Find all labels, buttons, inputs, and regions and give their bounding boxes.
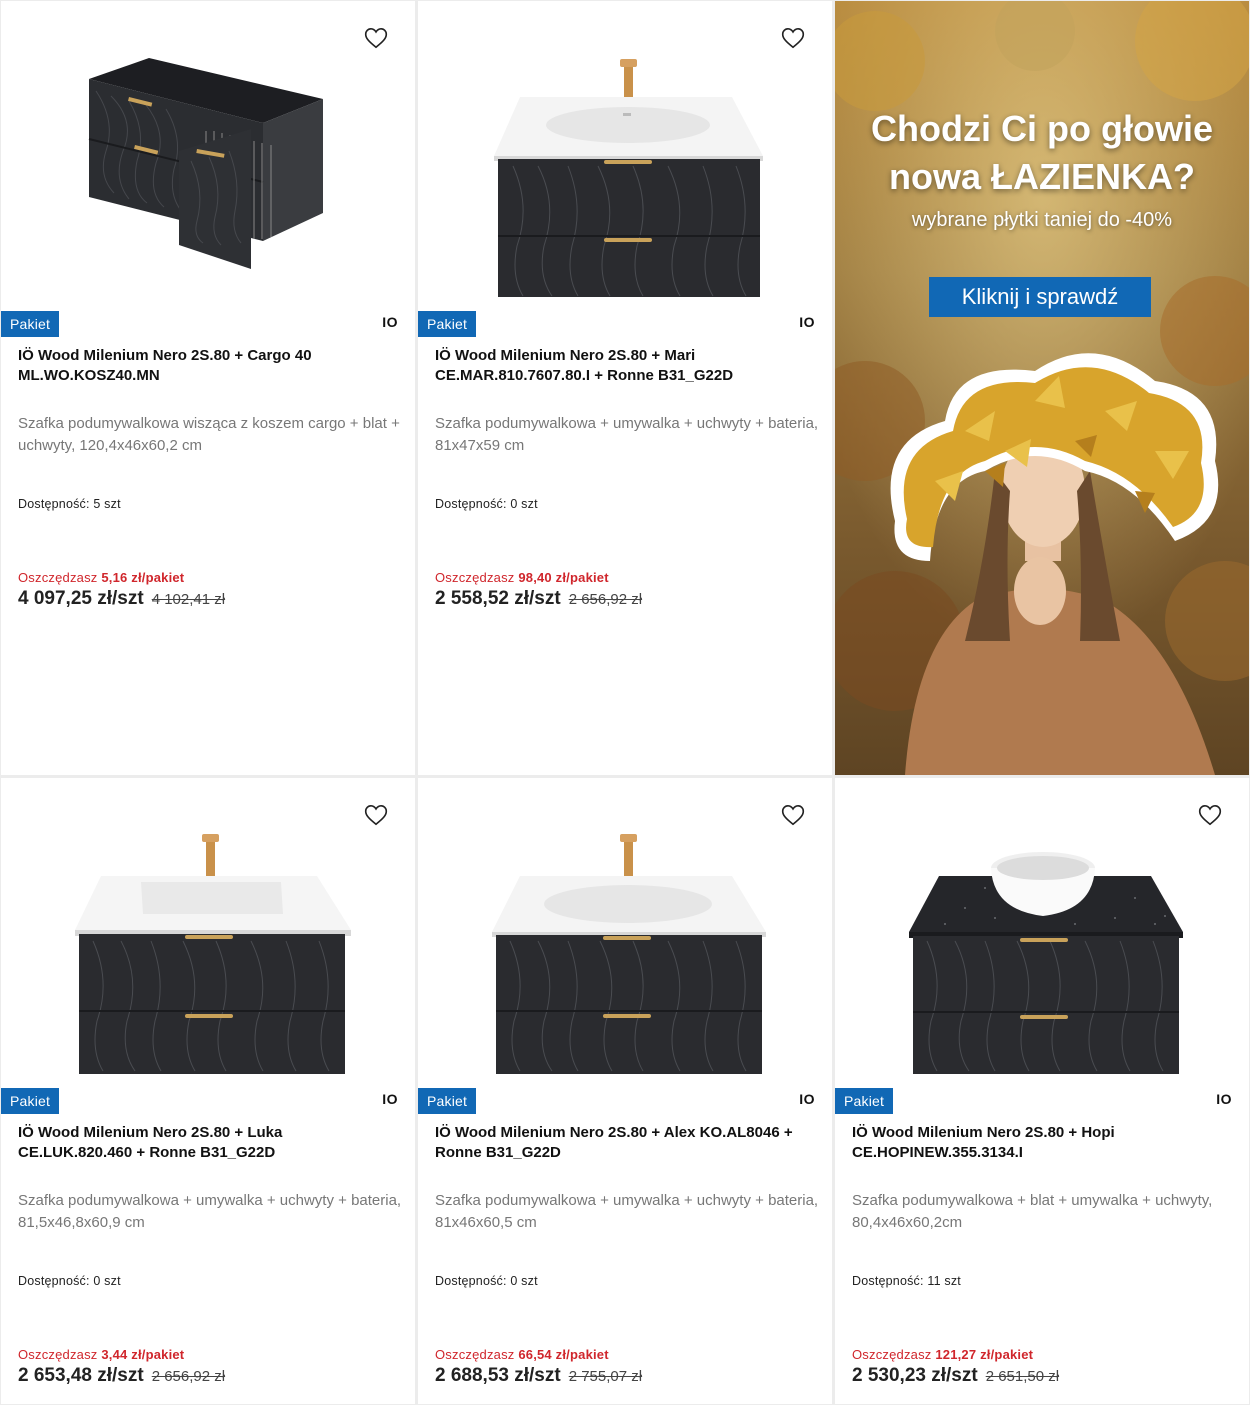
product-title[interactable]: IÖ Wood Milenium Nero 2S.80 + Mari CE.MA… (435, 346, 815, 386)
product-card[interactable]: Pakiet IO IÖ Wood Milenium Nero 2S.80 + … (1, 778, 415, 1404)
product-image[interactable] (418, 1, 832, 306)
current-price: 4 097,25 zł/szt (18, 588, 144, 609)
savings-value: 5,16 zł/pakiet (101, 570, 185, 585)
old-price: 2 755,07 zł (568, 1368, 643, 1385)
savings-text: Oszczędzasz 121,27 zł/pakiet (852, 1347, 1033, 1362)
availability: Dostępność: 0 szt (18, 1274, 121, 1288)
product-description: Szafka podumywalkowa + umywalka + uchwyt… (435, 415, 819, 454)
product-description: Szafka podumywalkowa + blat + umywalka +… (852, 1192, 1213, 1231)
heart-icon[interactable] (1197, 802, 1223, 828)
product-card[interactable]: Pakiet IO IÖ Wood Milenium Nero 2S.80 + … (418, 778, 832, 1404)
current-price: 2 688,53 zł/szt (435, 1365, 561, 1386)
product-image[interactable] (418, 778, 832, 1083)
availability: Dostępność: 5 szt (18, 497, 121, 511)
heart-icon[interactable] (363, 802, 389, 828)
old-price: 2 656,92 zł (151, 1368, 226, 1385)
package-badge: Pakiet (1, 1088, 60, 1114)
product-card[interactable]: Pakiet IO IÖ Wood Milenium Nero 2S.80 + … (1, 1, 415, 775)
product-image[interactable] (1, 778, 415, 1083)
savings-text: Oszczędzasz 3,44 zł/pakiet (18, 1347, 184, 1362)
price-row: 2 653,48 zł/szt 2 656,92 zł (18, 1365, 225, 1387)
availability: Dostępność: 0 szt (435, 497, 538, 511)
savings-value: 98,40 zł/pakiet (518, 570, 609, 585)
savings-label: Oszczędzasz (852, 1347, 932, 1362)
savings-label: Oszczędzasz (435, 570, 515, 585)
savings-label: Oszczędzasz (18, 570, 98, 585)
banner-subline: wybrane płytki taniej do -40% (911, 209, 1173, 231)
old-price: 4 102,41 zł (151, 591, 226, 608)
package-badge: Pakiet (1, 311, 60, 337)
promo-banner[interactable]: Chodzi Ci po głowie nowa ŁAZIENKA? wybra… (835, 1, 1249, 775)
old-price: 2 651,50 zł (985, 1368, 1060, 1385)
heart-icon[interactable] (780, 25, 806, 51)
price-row: 2 688,53 zł/szt 2 755,07 zł (435, 1365, 642, 1387)
product-card[interactable]: Pakiet IO IÖ Wood Milenium Nero 2S.80 + … (835, 778, 1249, 1404)
banner-cta-button[interactable]: Kliknij i sprawdź (929, 277, 1151, 317)
current-price: 2 558,52 zł/szt (435, 588, 561, 609)
price-row: 2 558,52 zł/szt 2 656,92 zł (435, 588, 642, 610)
price-row: 2 530,23 zł/szt 2 651,50 zł (852, 1365, 1059, 1387)
heart-icon[interactable] (780, 802, 806, 828)
banner-headline-line2: nowa ŁAZIENKA? (889, 156, 1195, 197)
savings-text: Oszczędzasz 5,16 zł/pakiet (18, 570, 184, 585)
old-price: 2 656,92 zł (568, 591, 643, 608)
product-card[interactable]: Pakiet IO IÖ Wood Milenium Nero 2S.80 + … (418, 1, 832, 775)
savings-value: 121,27 zł/pakiet (935, 1347, 1034, 1362)
brand-logo: IO (382, 314, 398, 330)
banner-headline-line1: Chodzi Ci po głowie (871, 108, 1213, 149)
product-description: Szafka podumywalkowa + umywalka + uchwyt… (435, 1192, 819, 1231)
brand-logo: IO (382, 1091, 398, 1107)
package-badge: Pakiet (418, 311, 477, 337)
product-title[interactable]: IÖ Wood Milenium Nero 2S.80 + Hopi CE.HO… (852, 1123, 1232, 1163)
product-title[interactable]: IÖ Wood Milenium Nero 2S.80 + Luka CE.LU… (18, 1123, 398, 1163)
product-grid: Pakiet IO IÖ Wood Milenium Nero 2S.80 + … (0, 0, 1250, 1405)
package-badge: Pakiet (835, 1088, 894, 1114)
savings-label: Oszczędzasz (435, 1347, 515, 1362)
savings-value: 66,54 zł/pakiet (518, 1347, 609, 1362)
heart-icon[interactable] (363, 25, 389, 51)
availability: Dostępność: 11 szt (852, 1274, 961, 1288)
current-price: 2 653,48 zł/szt (18, 1365, 144, 1386)
savings-text: Oszczędzasz 66,54 zł/pakiet (435, 1347, 609, 1362)
price-row: 4 097,25 zł/szt 4 102,41 zł (18, 588, 225, 610)
brand-logo: IO (1216, 1091, 1232, 1107)
savings-text: Oszczędzasz 98,40 zł/pakiet (435, 570, 609, 585)
product-description: Szafka podumywalkowa + umywalka + uchwyt… (18, 1192, 402, 1231)
availability: Dostępność: 0 szt (435, 1274, 538, 1288)
product-description: Szafka podumywalkowa wisząca z koszem ca… (18, 415, 400, 454)
package-badge: Pakiet (418, 1088, 477, 1114)
product-title[interactable]: IÖ Wood Milenium Nero 2S.80 + Cargo 40 M… (18, 346, 398, 386)
product-image[interactable] (835, 778, 1249, 1083)
savings-value: 3,44 zł/pakiet (101, 1347, 185, 1362)
current-price: 2 530,23 zł/szt (852, 1365, 978, 1386)
savings-label: Oszczędzasz (18, 1347, 98, 1362)
product-image[interactable] (1, 1, 415, 306)
brand-logo: IO (799, 1091, 815, 1107)
product-title[interactable]: IÖ Wood Milenium Nero 2S.80 + Alex KO.AL… (435, 1123, 815, 1163)
brand-logo: IO (799, 314, 815, 330)
